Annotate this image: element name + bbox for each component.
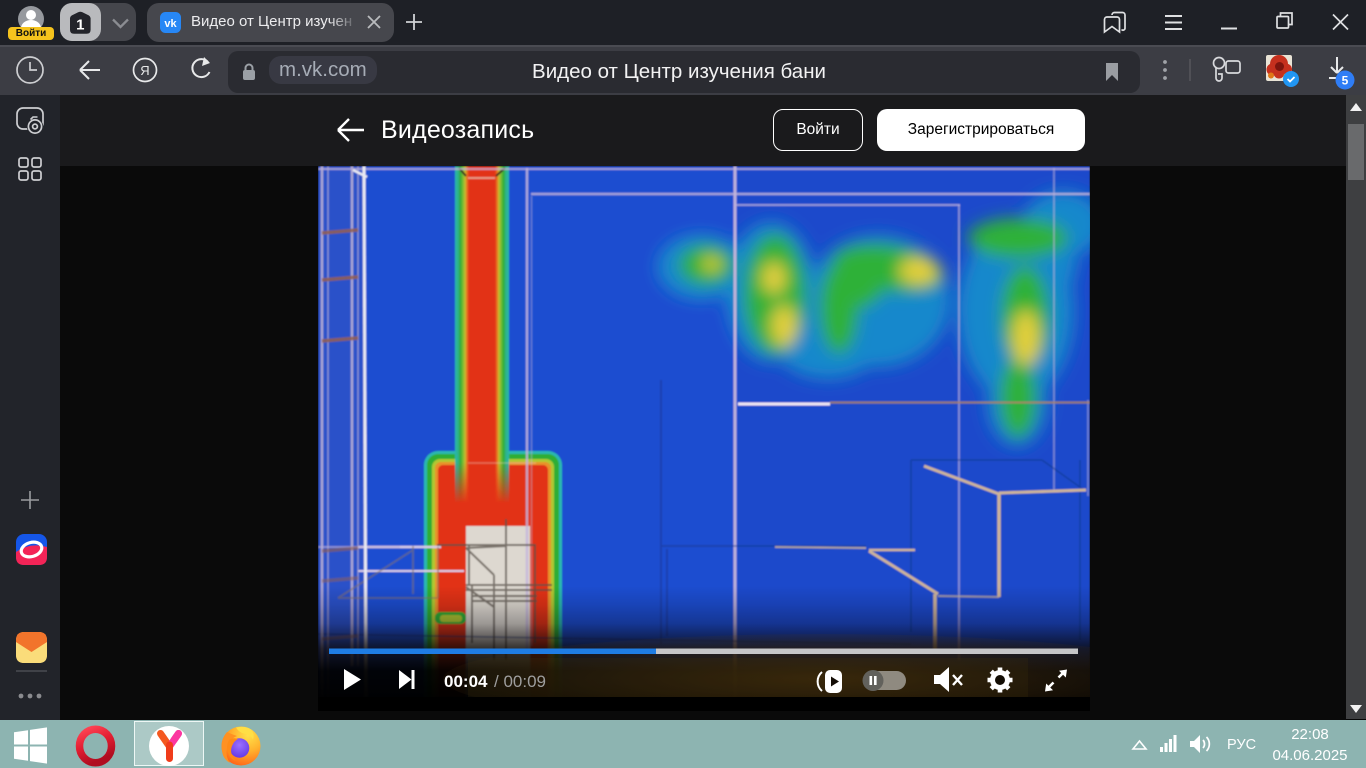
svg-text:22:08: 22:08: [1291, 726, 1329, 743]
svg-text:РУС: РУС: [1227, 737, 1256, 753]
svg-text:/ 00:09: / 00:09: [494, 672, 546, 691]
svg-text:vk: vk: [164, 18, 177, 30]
svg-text:04.06.2025: 04.06.2025: [1272, 747, 1347, 764]
svg-text:Я: Я: [140, 63, 149, 78]
svg-text:00:04: 00:04: [444, 672, 488, 691]
svg-text:5: 5: [1342, 74, 1349, 88]
svg-text:1: 1: [76, 17, 84, 34]
